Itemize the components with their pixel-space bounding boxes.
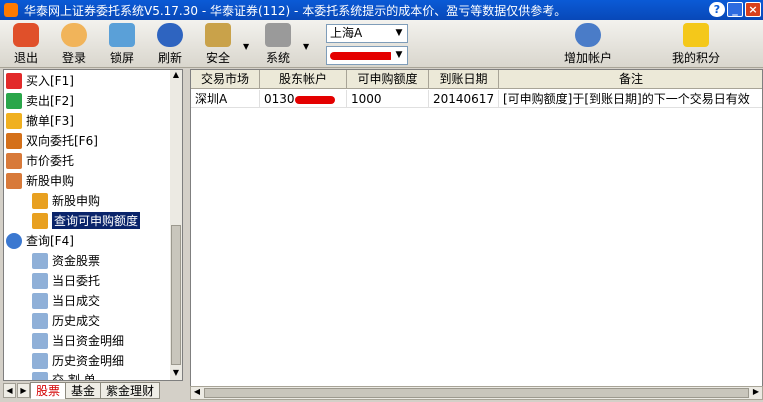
tab-zijin-wealth[interactable]: 紫金理财 — [100, 381, 161, 399]
tree-vertical-scrollbar[interactable]: ▲ ▼ — [170, 70, 182, 380]
tree-item-today-trades[interactable]: 当日成交 — [32, 291, 100, 310]
tree-item-history-trades[interactable]: 历史成交 — [32, 311, 100, 330]
tree-item-ipo[interactable]: 新股申购 — [6, 171, 74, 190]
security-button[interactable]: 安全 — [198, 22, 238, 66]
panel-splitter[interactable] — [185, 69, 189, 399]
folder-icon — [6, 172, 22, 189]
system-dropdown-icon[interactable]: ▼ — [303, 42, 309, 51]
scroll-right-icon[interactable]: ▶ — [750, 387, 762, 399]
buy-icon — [32, 192, 48, 209]
security-dropdown-icon[interactable]: ▼ — [243, 42, 249, 51]
help-button[interactable]: ? — [709, 2, 725, 17]
tree-item-market-order[interactable]: 市价委托 — [6, 151, 74, 170]
document-icon — [32, 352, 48, 369]
lock-screen-button[interactable]: 锁屏 — [102, 22, 142, 66]
account-select[interactable]: ▼ — [326, 46, 408, 65]
sell-icon — [6, 92, 22, 109]
chevron-down-icon: ▼ — [391, 25, 407, 42]
close-button[interactable]: × — [745, 2, 761, 17]
add-user-icon — [575, 23, 601, 47]
column-header-quota[interactable]: 可申购额度 — [347, 70, 429, 89]
cell-note: [可申购额度]于[到账日期]的下一个交易日有效 — [499, 90, 762, 108]
scroll-up-icon[interactable]: ▲ — [170, 70, 182, 82]
tab-prev-icon[interactable]: ◀ — [3, 382, 16, 398]
tree-item-ipo-subscribe[interactable]: 新股申购 — [32, 191, 100, 210]
buy-icon — [6, 72, 22, 89]
tree-item-cancel[interactable]: 撤单[F3] — [6, 111, 74, 130]
tree-item-history-funds[interactable]: 历史资金明细 — [32, 351, 124, 370]
scroll-left-icon[interactable]: ◀ — [191, 387, 203, 399]
chevron-down-icon: ▼ — [391, 47, 407, 64]
tab-funds[interactable]: 基金 — [65, 381, 102, 399]
tab-stocks[interactable]: 股票 — [30, 381, 67, 399]
refresh-icon — [157, 23, 183, 47]
refresh-button[interactable]: 刷新 — [150, 22, 190, 66]
app-logo-icon — [4, 3, 18, 17]
document-icon — [32, 292, 48, 309]
quota-table: 交易市场 股东帐户 可申购额度 到账日期 备注 深圳A 0130 1000 20… — [190, 69, 763, 389]
document-icon — [32, 252, 48, 269]
tree-item-ipo-quota[interactable]: 查询可申购额度 — [32, 211, 141, 230]
document-icon — [32, 371, 48, 380]
title-bar: 华泰网上证券委托系统V5.17.30 - 华泰证券(112) - 本委托系统提示… — [0, 0, 763, 20]
market-select[interactable]: 上海A ▼ — [326, 24, 408, 43]
scroll-down-icon[interactable]: ▼ — [170, 368, 182, 380]
column-header-date[interactable]: 到账日期 — [429, 70, 499, 89]
system-button[interactable]: 系统 — [258, 22, 298, 66]
tab-next-icon[interactable]: ▶ — [17, 382, 30, 398]
tree-item-two-way[interactable]: 双向委托[F6] — [6, 131, 98, 150]
buy-icon — [32, 212, 48, 229]
column-header-note[interactable]: 备注 — [499, 70, 762, 89]
column-header-market[interactable]: 交易市场 — [191, 70, 260, 89]
tree-item-sell[interactable]: 卖出[F2] — [6, 91, 74, 110]
add-account-button[interactable]: 增加帐户 — [560, 22, 616, 66]
my-points-button[interactable]: 我的积分 — [668, 22, 724, 66]
exit-button[interactable]: 退出 — [6, 22, 46, 66]
window-controls: ? _ × — [709, 2, 761, 17]
document-icon — [32, 272, 48, 289]
minimize-button[interactable]: _ — [727, 2, 743, 17]
toolbar: 退出 登录 锁屏 刷新 安全 ▼ 系统 ▼ 上海A ▼ ▼ 增加帐户 我的积分 — [0, 20, 763, 68]
redaction-mark — [330, 51, 394, 60]
lock-screen-icon — [109, 23, 135, 47]
hand-icon — [6, 112, 22, 129]
table-horizontal-scrollbar[interactable]: ◀ ▶ — [190, 386, 763, 400]
cell-market: 深圳A — [191, 90, 260, 108]
tree-item-today-orders[interactable]: 当日委托 — [32, 271, 100, 290]
star-icon — [683, 23, 709, 47]
tree-item-settlement[interactable]: 交 割 单 — [32, 370, 96, 380]
tools-icon — [265, 23, 291, 47]
cell-account: 0130 — [260, 90, 347, 108]
login-button[interactable]: 登录 — [54, 22, 94, 66]
user-icon — [61, 23, 87, 47]
tree-item-query[interactable]: 查询[F4] — [6, 231, 74, 250]
bottom-tab-bar: ◀ ▶ 股票 基金 紫金理财 — [3, 381, 183, 399]
magnifier-icon — [6, 232, 22, 249]
tree-item-buy[interactable]: 买入[F1] — [6, 71, 74, 90]
key-icon — [205, 23, 231, 47]
cell-date: 20140617 — [429, 90, 499, 108]
scroll-thumb[interactable] — [171, 225, 181, 365]
swap-icon — [6, 132, 22, 149]
tree-item-today-funds[interactable]: 当日资金明细 — [32, 331, 124, 350]
document-icon — [32, 312, 48, 329]
window-title: 华泰网上证券委托系统V5.17.30 - 华泰证券(112) - 本委托系统提示… — [24, 3, 567, 18]
document-icon — [32, 332, 48, 349]
tree-item-funds-stocks[interactable]: 资金股票 — [32, 251, 100, 270]
power-icon — [13, 23, 39, 47]
redaction-mark — [294, 95, 335, 104]
document-icon — [6, 152, 22, 169]
function-tree: 买入[F1] 卖出[F2] 撤单[F3] 双向委托[F6] 市价委托 新股申购 … — [3, 69, 183, 381]
column-header-account[interactable]: 股东帐户 — [260, 70, 347, 89]
scroll-thumb[interactable] — [204, 388, 749, 398]
table-row[interactable]: 深圳A 0130 1000 20140617 [可申购额度]于[到账日期]的下一… — [191, 90, 762, 108]
cell-quota: 1000 — [347, 90, 429, 108]
table-header: 交易市场 股东帐户 可申购额度 到账日期 备注 — [191, 70, 762, 89]
